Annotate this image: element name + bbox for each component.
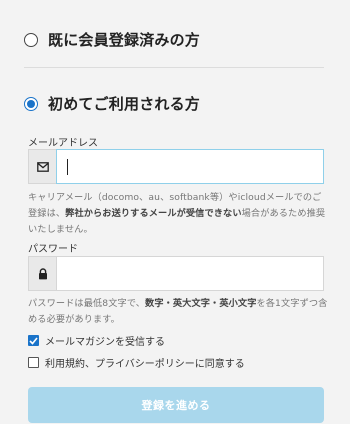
newsletter-label: メールマガジンを受信する: [45, 337, 165, 348]
existing-member-radio[interactable]: [24, 32, 38, 47]
existing-member-option[interactable]: 既に会員登録済みの方: [24, 29, 200, 50]
newsletter-option[interactable]: メールマガジンを受信する: [28, 333, 165, 348]
new-member-radio[interactable]: [24, 96, 38, 111]
email-label: メールアドレス: [28, 138, 98, 149]
password-hint: パスワードは最低8文字で、数字・英大文字・英小文字を各1文字ずつ含める必要があり…: [28, 298, 328, 325]
divider: [24, 67, 324, 68]
lock-icon: [28, 256, 56, 291]
registration-form: 既に会員登録済みの方 初めてご利用される方 メールアドレス キャリアメール（do…: [0, 0, 350, 424]
newsletter-checkbox[interactable]: [28, 335, 39, 346]
password-input-group: [28, 256, 324, 291]
new-member-option[interactable]: 初めてご利用される方: [24, 93, 200, 114]
existing-member-label: 既に会員登録済みの方: [48, 31, 201, 49]
submit-button[interactable]: 登録を進める: [28, 387, 324, 423]
email-field[interactable]: [56, 149, 324, 184]
new-member-label: 初めてご利用される方: [48, 95, 201, 113]
email-input-group: [28, 149, 324, 184]
text-caret: [67, 159, 68, 175]
terms-checkbox[interactable]: [28, 357, 39, 368]
envelope-icon: [28, 149, 56, 184]
terms-option[interactable]: 利用規約、プライバシーポリシーに同意する: [28, 355, 245, 370]
email-hint: キャリアメール（docomo、au、softbank等）やicloudメールでの…: [28, 192, 326, 235]
terms-label: 利用規約、プライバシーポリシーに同意する: [45, 359, 245, 370]
password-label: パスワード: [28, 244, 78, 255]
password-field[interactable]: [56, 256, 324, 291]
